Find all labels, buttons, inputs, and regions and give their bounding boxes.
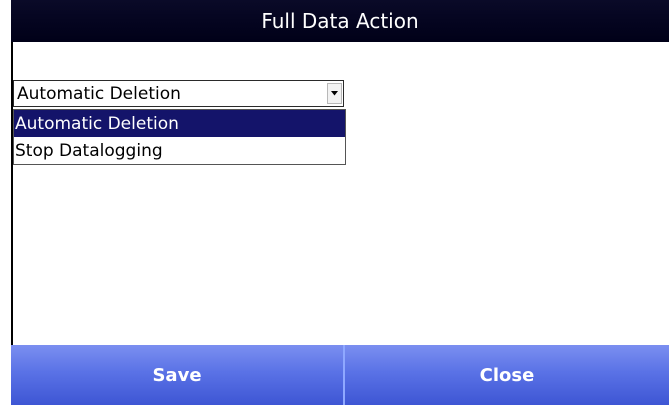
dropdown-toggle-button[interactable] (327, 83, 342, 104)
dialog-body (11, 0, 669, 391)
chevron-down-icon (331, 91, 338, 96)
select-current-value: Automatic Deletion (17, 83, 181, 104)
full-data-action-select[interactable]: Automatic Deletion (13, 80, 344, 107)
button-bar: Save Close (11, 345, 669, 405)
app-frame: Full Data Action Automatic Deletion Auto… (0, 0, 669, 405)
select-options-list: Automatic Deletion Stop Datalogging (13, 109, 346, 165)
dialog-title: Full Data Action (261, 9, 419, 33)
close-button[interactable]: Close (345, 345, 669, 405)
save-button[interactable]: Save (11, 345, 345, 405)
title-bar: Full Data Action (11, 0, 669, 42)
option-stop-datalogging[interactable]: Stop Datalogging (14, 137, 345, 164)
left-margin (0, 0, 11, 405)
option-automatic-deletion[interactable]: Automatic Deletion (14, 110, 345, 137)
